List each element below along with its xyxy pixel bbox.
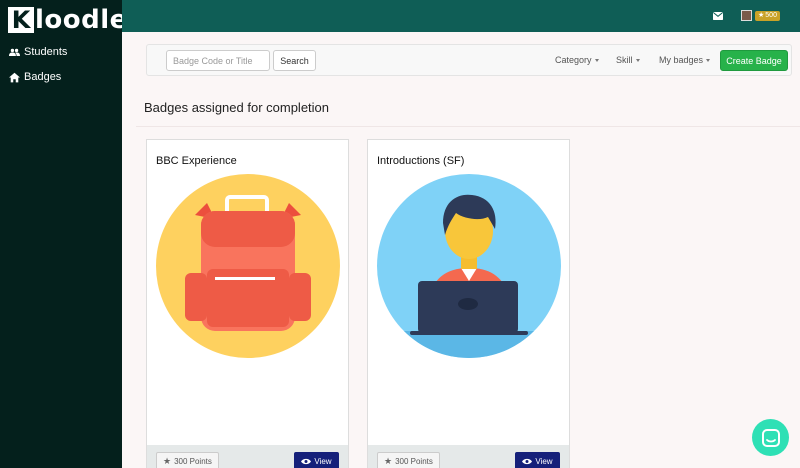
my-badges-dropdown[interactable]: My badges	[659, 55, 711, 65]
category-label: Category	[555, 55, 592, 65]
chat-button[interactable]	[752, 419, 789, 456]
sidebar: K loodle Students Badges	[0, 0, 127, 468]
star-icon: ★	[163, 456, 172, 466]
card-footer: ★ 300 Points View	[147, 445, 348, 468]
sidebar-item-badges[interactable]: Badges	[9, 71, 61, 83]
sidebar-item-students[interactable]: Students	[9, 46, 67, 58]
view-button[interactable]: View	[515, 452, 560, 468]
view-button[interactable]: View	[294, 452, 339, 468]
star-icon: ★	[758, 12, 765, 19]
badge-card: BBC Experience ★ 300 Points View	[146, 139, 349, 468]
eye-icon	[522, 458, 533, 465]
badge-title: Introductions (SF)	[377, 155, 465, 167]
my-badges-label: My badges	[659, 55, 704, 65]
sidebar-item-label: Badges	[24, 71, 62, 83]
points-button[interactable]: ★ 300 Points	[156, 452, 219, 468]
caret-down-icon	[635, 58, 640, 62]
points-button[interactable]: ★ 300 Points	[377, 452, 440, 468]
users-icon	[9, 48, 20, 56]
category-dropdown[interactable]: Category	[555, 55, 599, 65]
home-icon	[9, 72, 20, 82]
points-count: 500	[765, 12, 777, 19]
section-title: Badges assigned for completion	[144, 100, 330, 115]
caret-down-icon	[706, 58, 711, 62]
skill-label: Skill	[616, 55, 633, 65]
filter-toolbar: Search Category Skill My badges Create B…	[146, 44, 792, 76]
view-label: View	[535, 457, 553, 466]
badge-card: Introductions (SF) ★ 300 Points View	[367, 139, 570, 468]
logo-initial: K	[8, 7, 34, 33]
search-input[interactable]	[166, 50, 270, 71]
avatar[interactable]	[741, 10, 752, 21]
card-footer: ★ 300 Points View	[368, 445, 569, 468]
logo[interactable]: K loodle	[8, 6, 128, 34]
points-label: 300 Points	[174, 457, 212, 466]
create-badge-button[interactable]: Create Badge	[720, 50, 788, 71]
person-laptop-illustration[interactable]	[376, 173, 562, 359]
search-button[interactable]: Search	[273, 50, 316, 71]
view-label: View	[314, 457, 332, 466]
badge-title: BBC Experience	[156, 155, 237, 167]
chat-icon	[761, 428, 780, 447]
divider	[136, 126, 800, 127]
points-label: 300 Points	[395, 457, 433, 466]
backpack-illustration[interactable]	[155, 173, 341, 359]
top-bar: ★ 500	[122, 0, 800, 32]
sidebar-item-label: Students	[24, 46, 68, 58]
star-icon: ★	[384, 456, 393, 466]
caret-down-icon	[594, 58, 599, 62]
mail-icon[interactable]	[713, 12, 723, 20]
logo-text: loodle	[35, 5, 128, 35]
eye-icon	[301, 458, 312, 465]
points-badge: ★ 500	[755, 11, 780, 21]
skill-dropdown[interactable]: Skill	[616, 55, 640, 65]
